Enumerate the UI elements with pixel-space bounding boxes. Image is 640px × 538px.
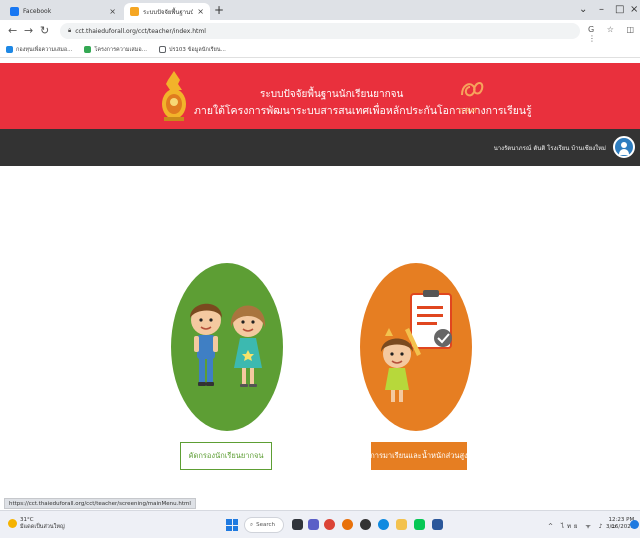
- eef-logo-icon: [461, 82, 484, 97]
- browser-toolbar: ← → ↻ 🔒︎ cct.thaieduforall.org/cct/teach…: [0, 20, 640, 43]
- weather-temp: 31°C: [20, 517, 34, 523]
- weather-desc: มีแดดเป็นส่วนใหญ่: [20, 524, 65, 530]
- attendance-menu-button[interactable]: การมาเรียนและน้ำหนักส่วนสูง: [370, 442, 468, 470]
- bookmark-item[interactable]: ปร103 ข้อมูลนักเรียน...: [158, 46, 226, 54]
- chrome-icon[interactable]: [324, 519, 335, 530]
- user-name[interactable]: นางรัตนาภรณ์ ตันติ โรงเรียน บ้านเชียงใหม…: [494, 143, 606, 153]
- forward-arrow-icon[interactable]: →: [24, 24, 33, 37]
- tab-active[interactable]: ระบบปัจจัยพื้นฐานนักเรียนยากจน ×: [124, 3, 210, 20]
- tab-title: ระบบปัจจัยพื้นฐานนักเรียนยากจน: [143, 8, 194, 16]
- site-header: ระบบปัจจัยพื้นฐานนักเรียนยากจน ภายใต้โคร…: [0, 63, 640, 129]
- edge-icon[interactable]: [378, 519, 389, 530]
- word-icon[interactable]: [432, 519, 443, 530]
- task-view-icon[interactable]: [292, 519, 303, 530]
- tab-search-chevron-icon[interactable]: ⌄: [579, 4, 587, 15]
- bookmark-label: ปร103 ข้อมูลนักเรียน...: [168, 46, 226, 53]
- file-explorer-icon[interactable]: [396, 519, 407, 530]
- taskbar-search[interactable]: ⌕ Search: [244, 517, 284, 533]
- bookmark-icon: [6, 46, 13, 53]
- bookmark-item[interactable]: กองทุนเพื่อความเสมอ...: [6, 46, 72, 54]
- lock-icon: 🔒︎: [68, 27, 72, 34]
- avatar-user-icon[interactable]: [613, 136, 635, 158]
- address-bar[interactable]: 🔒︎ cct.thaieduforall.org/cct/teacher/ind…: [60, 23, 580, 39]
- windows-start-icon[interactable]: [226, 519, 238, 531]
- search-icon: ⌕: [250, 521, 254, 528]
- new-tab-button[interactable]: +: [214, 3, 224, 17]
- notification-icon[interactable]: [630, 520, 639, 529]
- windows-taskbar: 31°C มีแดดเป็นส่วนใหญ่ ⌕ Search ^ ไทย ᯤ …: [0, 510, 640, 538]
- browser-icon[interactable]: [342, 519, 353, 530]
- input-language[interactable]: ไทย: [561, 523, 581, 530]
- chat-icon[interactable]: [308, 519, 319, 530]
- line-icon[interactable]: [414, 519, 425, 530]
- bookmark-item[interactable]: โครงการความเสมอ...: [84, 46, 147, 54]
- facebook-favicon-icon: [10, 7, 19, 16]
- eef-logo-text: กสศ: [458, 106, 478, 116]
- google-icon: [84, 46, 92, 53]
- status-url: https://cct.thaieduforall.org/cct/teache…: [4, 498, 196, 509]
- screening-illustration[interactable]: [170, 262, 284, 432]
- minimize-icon[interactable]: –: [599, 4, 604, 15]
- close-tab-icon[interactable]: ×: [109, 7, 116, 16]
- sun-icon: [8, 519, 17, 528]
- app-icon[interactable]: [360, 519, 371, 530]
- document-icon: [158, 46, 166, 53]
- back-arrow-icon[interactable]: ←: [8, 24, 17, 37]
- bookmark-label: กองทุนเพื่อความเสมอ...: [16, 46, 73, 53]
- close-tab-icon[interactable]: ×: [197, 7, 204, 16]
- bookmarks-bar: กองทุนเพื่อความเสมอ... โครงการความเสมอ..…: [0, 42, 640, 58]
- tab-title: Facebook: [23, 8, 52, 15]
- site-title: ระบบปัจจัยพื้นฐานนักเรียนยากจน: [260, 89, 404, 100]
- user-bar: นางรัตนาภรณ์ ตันติ โรงเรียน บ้านเชียงใหม…: [0, 129, 640, 166]
- site-favicon-icon: [130, 7, 139, 16]
- close-window-icon[interactable]: ×: [630, 4, 638, 15]
- weather-widget[interactable]: 31°C มีแดดเป็นส่วนใหญ่: [8, 517, 65, 531]
- attendance-illustration[interactable]: [359, 262, 473, 432]
- school-emblem-icon: [162, 71, 186, 121]
- screening-menu-button[interactable]: คัดกรองนักเรียนยากจน: [180, 442, 272, 470]
- url-text: cct.thaieduforall.org/cct/teacher/index.…: [75, 27, 206, 35]
- toolbar-icons[interactable]: G ☆ ◫ ⋮: [588, 25, 640, 43]
- maximize-icon[interactable]: □: [615, 4, 624, 15]
- bookmark-label: โครงการความเสมอ...: [94, 46, 147, 53]
- site-subtitle: ภายใต้โครงการพัฒนาระบบสารสนเทศเพื่อหลักป…: [194, 105, 532, 117]
- browser-tab-strip: Facebook × ระบบปัจจัยพื้นฐานนักเรียนยากจ…: [0, 0, 640, 20]
- search-label: Search: [256, 522, 275, 528]
- tab-facebook[interactable]: Facebook ×: [4, 3, 122, 20]
- reload-icon[interactable]: ↻: [40, 24, 49, 37]
